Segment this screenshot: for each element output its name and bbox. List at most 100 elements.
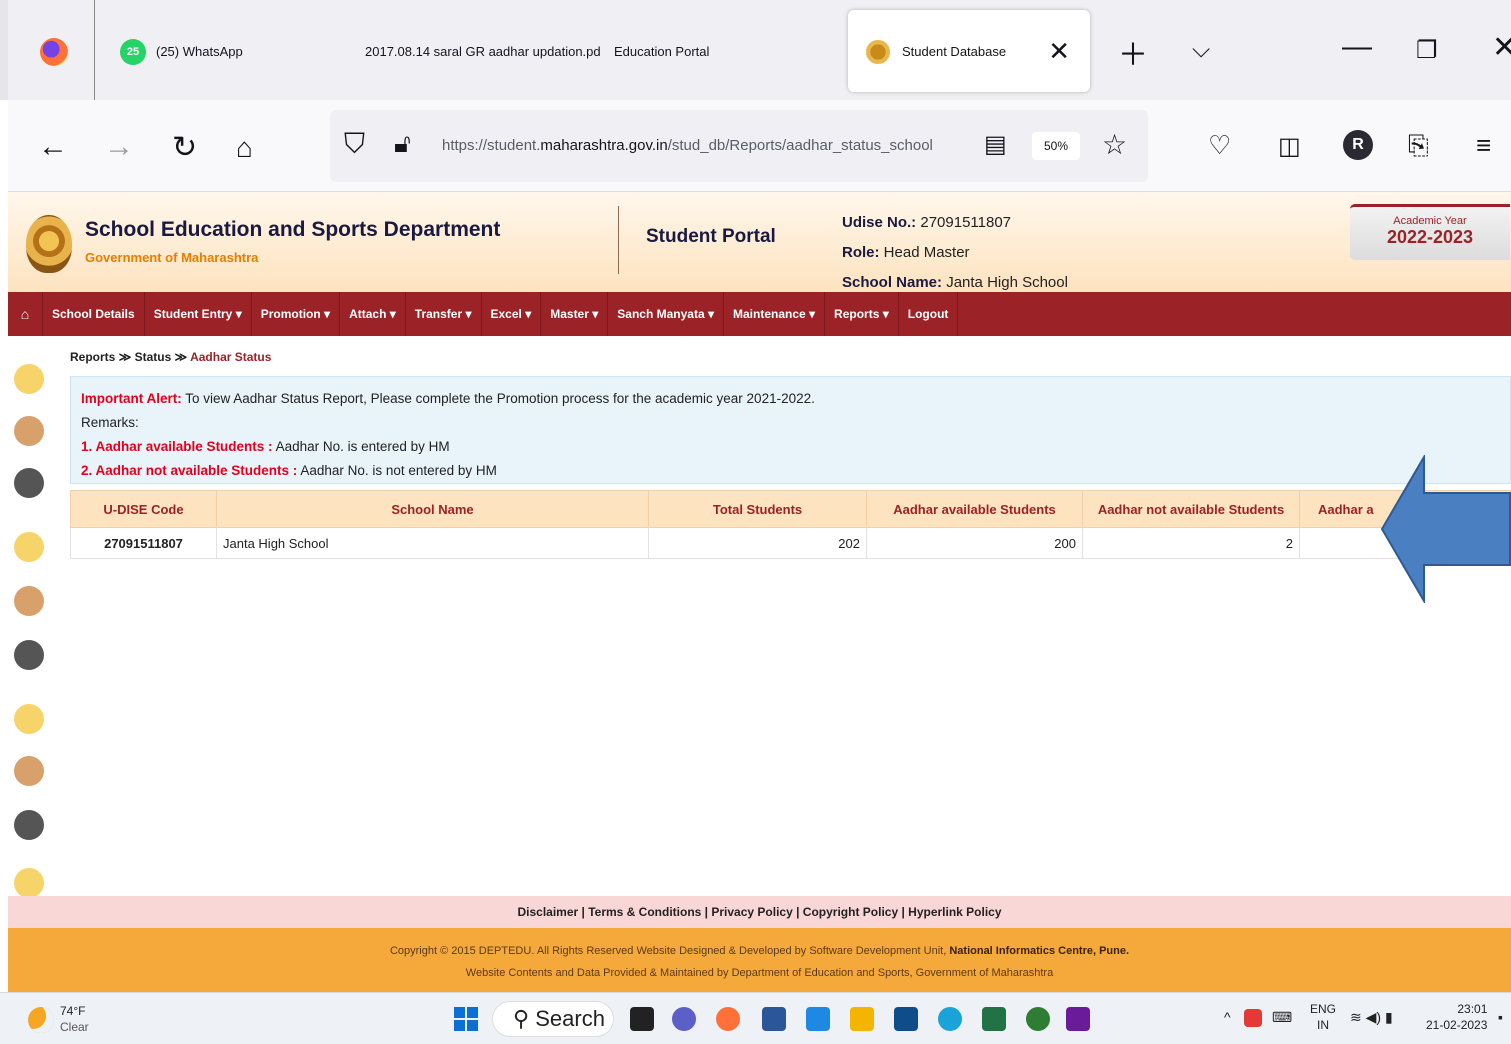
- school-info: Udise No.: 27091511807 Role: Head Master…: [842, 214, 1068, 291]
- bookmark-star-icon[interactable]: ☆: [1102, 128, 1127, 161]
- url-bar[interactable]: ⛉ 🔓︎ https://student.maharashtra.gov.in/…: [330, 110, 1148, 182]
- privacy-link[interactable]: Privacy Policy: [711, 905, 792, 919]
- tab-whatsapp[interactable]: 25 (25) WhatsApp: [120, 38, 243, 66]
- firefox-taskbar-icon[interactable]: [716, 1007, 740, 1031]
- terms-link[interactable]: Terms & Conditions: [588, 905, 701, 919]
- breadcrumb-status[interactable]: Status: [135, 350, 172, 364]
- school-name-value: Janta High School: [946, 274, 1068, 291]
- close-tab-icon[interactable]: ✕: [1048, 36, 1070, 67]
- close-window-icon[interactable]: ✕: [1492, 30, 1511, 65]
- tab-student-database[interactable]: Student Database ✕: [848, 10, 1090, 92]
- menu-master[interactable]: Master ▾: [540, 292, 607, 336]
- academic-year-value: 2022-2023: [1386, 227, 1474, 247]
- tray-chevron-icon[interactable]: ^: [1224, 1009, 1231, 1025]
- pocket-icon[interactable]: ♡: [1208, 130, 1231, 161]
- breadcrumb-reports[interactable]: Reports: [70, 350, 115, 364]
- word-icon[interactable]: [762, 1007, 786, 1031]
- portal-header: School Education and Sports Department G…: [8, 192, 1511, 292]
- tab-label: 2017.08.14 saral GR aadhar updation.pd: [365, 44, 601, 59]
- windows-taskbar: 74°F Clear ⚲ Search ^ ⌨ ENG IN ≋ ◀) ▮ 23:…: [0, 992, 1511, 1044]
- clock[interactable]: 23:01 21-02-2023: [1426, 1001, 1487, 1033]
- government-subtitle: Government of Maharashtra: [85, 250, 259, 265]
- ism-icon[interactable]: [1066, 1007, 1090, 1031]
- sidebar-icon[interactable]: ◫: [1278, 132, 1301, 161]
- table-row: 27091511807 Janta High School 202 200 2: [70, 527, 1511, 559]
- menu-school-details[interactable]: School Details: [42, 292, 144, 336]
- footer-copyright: Copyright © 2015 DEPTEDU. All Rights Res…: [8, 928, 1511, 992]
- maharashtra-emblem-icon: [866, 40, 890, 64]
- menu-sanch-manyata[interactable]: Sanch Manyata ▾: [607, 292, 723, 336]
- home-icon[interactable]: ⌂: [236, 132, 253, 164]
- restore-icon[interactable]: ❐: [1416, 36, 1438, 65]
- shield-icon[interactable]: ⛉: [344, 128, 365, 161]
- udise-link[interactable]: 27091511807: [70, 527, 217, 559]
- menu-logout[interactable]: Logout: [897, 292, 959, 336]
- whatsapp-icon: 25: [120, 39, 146, 65]
- new-tab-icon[interactable]: ＋: [1118, 30, 1148, 74]
- browser-tab-strip: 25 (25) WhatsApp 2017.08.14 saral GR aad…: [0, 0, 1511, 100]
- header-divider: [618, 206, 619, 274]
- tab-list-chevron-icon[interactable]: ⌵: [1192, 36, 1210, 64]
- col-total: Total Students: [648, 490, 867, 528]
- zoom-level[interactable]: 50%: [1032, 132, 1080, 160]
- back-icon[interactable]: ←: [38, 130, 68, 164]
- annotation-arrow: [1380, 455, 1511, 603]
- disclaimer-link[interactable]: Disclaimer: [517, 905, 578, 919]
- tab-saral-gr[interactable]: 2017.08.14 saral GR aadhar updation.pd: [365, 38, 601, 66]
- total-cell: 202: [648, 527, 867, 559]
- browser-nav-bar: ← → ↻ ⌂ ⛉ 🔓︎ https://student.maharashtra…: [8, 100, 1511, 192]
- notification-icon[interactable]: ▪: [1498, 1009, 1503, 1025]
- task-view-icon[interactable]: [630, 1007, 654, 1031]
- profile-avatar[interactable]: R: [1343, 130, 1373, 160]
- menu-transfer[interactable]: Transfer ▾: [404, 292, 481, 336]
- l-app-icon[interactable]: [806, 1007, 830, 1031]
- footer-links: Disclaimer | Terms & Conditions | Privac…: [8, 896, 1511, 928]
- network-volume-battery-icon[interactable]: ≋ ◀) ▮: [1350, 1009, 1393, 1025]
- edge-icon[interactable]: [938, 1007, 962, 1031]
- important-alert-box: Important Alert: To view Aadhar Status R…: [70, 376, 1511, 484]
- minimize-icon[interactable]: —: [1342, 30, 1372, 64]
- tab-label: Education Portal: [614, 44, 710, 59]
- maharashtra-emblem-icon: [26, 215, 72, 273]
- insecure-lock-icon[interactable]: 🔓︎: [394, 128, 411, 160]
- col-school-name: School Name: [216, 490, 649, 528]
- extensions-icon[interactable]: ⎘: [1408, 130, 1429, 162]
- col-udise: U-DISE Code: [70, 490, 217, 528]
- role-value: Head Master: [883, 244, 970, 261]
- menu-promotion[interactable]: Promotion ▾: [250, 292, 339, 336]
- hyperlink-policy-link[interactable]: Hyperlink Policy: [908, 905, 1001, 919]
- udise-value: 27091511807: [920, 214, 1012, 231]
- forward-icon[interactable]: →: [104, 130, 134, 164]
- breadcrumb-current: Aadhar Status: [190, 350, 272, 364]
- chat-icon[interactable]: [672, 1007, 696, 1031]
- menu-reports[interactable]: Reports ▾: [824, 292, 898, 336]
- available-cell: 200: [866, 527, 1083, 559]
- col-available: Aadhar available Students: [866, 490, 1083, 528]
- menu-icon[interactable]: ≡: [1476, 130, 1491, 161]
- reload-icon[interactable]: ↻: [172, 130, 197, 165]
- menu-maintenance[interactable]: Maintenance ▾: [723, 292, 824, 336]
- weather-moon-icon[interactable]: [28, 1007, 54, 1033]
- file-explorer-icon[interactable]: [850, 1007, 874, 1031]
- menu-excel[interactable]: Excel ▾: [480, 292, 541, 336]
- excel-icon[interactable]: [982, 1007, 1006, 1031]
- weather-widget[interactable]: 74°F Clear: [60, 1003, 89, 1035]
- menu-student-entry[interactable]: Student Entry ▾: [143, 292, 251, 336]
- keyboard-icon[interactable]: ⌨: [1272, 1009, 1292, 1025]
- taskbar-search[interactable]: ⚲ Search: [492, 1001, 614, 1037]
- start-windows-icon[interactable]: [454, 1007, 478, 1031]
- menu-attach[interactable]: Attach ▾: [339, 292, 405, 336]
- aadhar-status-table: U-DISE Code School Name Total Students A…: [70, 490, 1511, 559]
- tab-education-portal[interactable]: Education Portal: [614, 38, 709, 66]
- url-text[interactable]: https://student.maharashtra.gov.in/stud_…: [442, 137, 933, 154]
- tray-app-icon[interactable]: [1244, 1009, 1262, 1027]
- utorrent-icon[interactable]: [1026, 1007, 1050, 1031]
- portal-name: Student Portal: [646, 226, 776, 247]
- home-menu-icon[interactable]: ⌂: [8, 306, 42, 322]
- decorative-children-border: [8, 336, 52, 898]
- mail-icon[interactable]: [894, 1007, 918, 1031]
- firefox-logo-icon[interactable]: [40, 38, 68, 66]
- language-indicator[interactable]: ENG IN: [1310, 1001, 1336, 1033]
- copyright-link[interactable]: Copyright Policy: [803, 905, 898, 919]
- reader-view-icon[interactable]: ▤: [984, 130, 1007, 159]
